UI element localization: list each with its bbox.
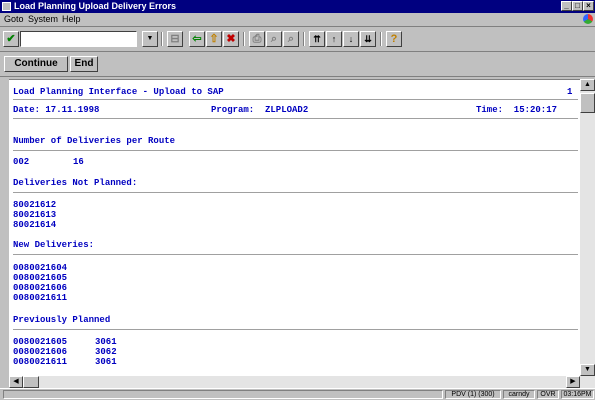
- sap-status-icon: [583, 14, 593, 24]
- command-field[interactable]: [20, 31, 137, 47]
- toolbar-separator: [161, 32, 163, 46]
- divider: [13, 254, 578, 255]
- print-icon[interactable]: ⎙: [249, 31, 265, 47]
- table-row-delivery: 0080021605: [13, 337, 68, 347]
- menu-goto[interactable]: Goto: [4, 13, 24, 26]
- status-bar: PDV (1) (300) carndy OVR 03:16PM: [0, 388, 595, 400]
- minimize-button[interactable]: _: [561, 1, 572, 11]
- status-user: carndy: [503, 390, 535, 399]
- toolbar-separator: [380, 32, 382, 46]
- list-item: 80021612: [13, 200, 57, 210]
- scroll-down-icon[interactable]: ▼: [580, 364, 595, 376]
- table-row-load: 3062: [95, 347, 117, 357]
- table-row-delivery: 0080021606: [13, 347, 68, 357]
- not-planned-section-title: Deliveries Not Planned:: [13, 178, 138, 188]
- report-time: Time: 15:20:17: [476, 105, 558, 115]
- find-next-icon[interactable]: ⌕: [283, 31, 299, 47]
- list-item: 80021613: [13, 210, 57, 220]
- page-number: 1: [567, 87, 573, 97]
- routes-section-title: Number of Deliveries per Route: [13, 136, 176, 146]
- back-icon[interactable]: ⇦: [189, 31, 205, 47]
- find-icon[interactable]: ⌕: [266, 31, 282, 47]
- new-deliveries-section-title: New Deliveries:: [13, 240, 95, 250]
- scroll-left-icon[interactable]: ◀: [9, 376, 23, 388]
- status-message: [3, 390, 443, 399]
- vertical-scrollbar[interactable]: ▲ ▼: [580, 79, 595, 376]
- dropdown-icon[interactable]: ▼: [142, 31, 158, 47]
- scroll-thumb[interactable]: [23, 376, 39, 388]
- report-program: Program: ZLPLOAD2: [211, 105, 309, 115]
- route-code: 002: [13, 157, 30, 167]
- last-page-icon[interactable]: ⇊: [360, 31, 376, 47]
- list-item: 0080021604: [13, 263, 68, 273]
- scroll-thumb[interactable]: [580, 93, 595, 113]
- toolbar-separator: [243, 32, 245, 46]
- status-time: 03:16PM: [561, 390, 594, 399]
- status-mode: OVR: [537, 390, 559, 399]
- close-button[interactable]: ×: [583, 1, 594, 11]
- table-row-load: 3061: [95, 337, 117, 347]
- exit-icon[interactable]: ⇧: [206, 31, 222, 47]
- divider: [13, 150, 578, 151]
- status-session: PDV (1) (300): [445, 390, 501, 399]
- list-item: 80021614: [13, 220, 57, 230]
- save-icon[interactable]: ⊟: [167, 31, 183, 47]
- help-icon[interactable]: ?: [386, 31, 402, 47]
- first-page-icon[interactable]: ⇈: [309, 31, 325, 47]
- standard-toolbar: ✔ ▼ ⊟ ⇦ ⇧ ✖ ⎙ ⌕ ⌕ ⇈ ↑ ↓ ⇊ ?: [0, 27, 595, 52]
- check-icon[interactable]: ✔: [3, 31, 19, 47]
- report-date: Date: 17.11.1998: [13, 105, 100, 115]
- next-page-icon[interactable]: ↓: [343, 31, 359, 47]
- previous-page-icon[interactable]: ↑: [326, 31, 342, 47]
- title-bar: Load Planning Upload Delivery Errors _ □…: [0, 0, 595, 13]
- end-button[interactable]: End: [70, 56, 98, 72]
- table-row-delivery: 0080021611: [13, 357, 68, 367]
- divider: [13, 99, 578, 100]
- previously-planned-section-title: Previously Planned: [13, 315, 111, 325]
- scroll-right-icon[interactable]: ▶: [566, 376, 580, 388]
- list-item: 0080021605: [13, 273, 68, 283]
- application-toolbar: Continue End: [0, 52, 595, 77]
- window-title: Load Planning Upload Delivery Errors: [14, 1, 177, 11]
- scroll-up-icon[interactable]: ▲: [580, 79, 595, 91]
- divider: [13, 192, 578, 193]
- divider: [13, 118, 578, 119]
- app-icon[interactable]: [2, 2, 11, 11]
- continue-button[interactable]: Continue: [4, 56, 68, 72]
- list-item: 0080021611: [13, 293, 68, 303]
- horizontal-scrollbar[interactable]: ◀ ▶: [9, 376, 595, 388]
- cancel-icon[interactable]: ✖: [223, 31, 239, 47]
- menu-system[interactable]: System: [28, 13, 58, 26]
- toolbar-separator: [303, 32, 305, 46]
- list-item: 0080021606: [13, 283, 68, 293]
- menu-help[interactable]: Help: [62, 13, 81, 26]
- report-list: Load Planning Interface - Upload to SAP …: [9, 79, 580, 377]
- divider: [13, 329, 578, 330]
- table-row-load: 3061: [95, 357, 117, 367]
- menu-bar: Goto System Help: [0, 13, 595, 27]
- route-delivery-count: 16: [73, 157, 84, 167]
- maximize-button[interactable]: □: [572, 1, 583, 11]
- report-header: Load Planning Interface - Upload to SAP: [13, 87, 224, 97]
